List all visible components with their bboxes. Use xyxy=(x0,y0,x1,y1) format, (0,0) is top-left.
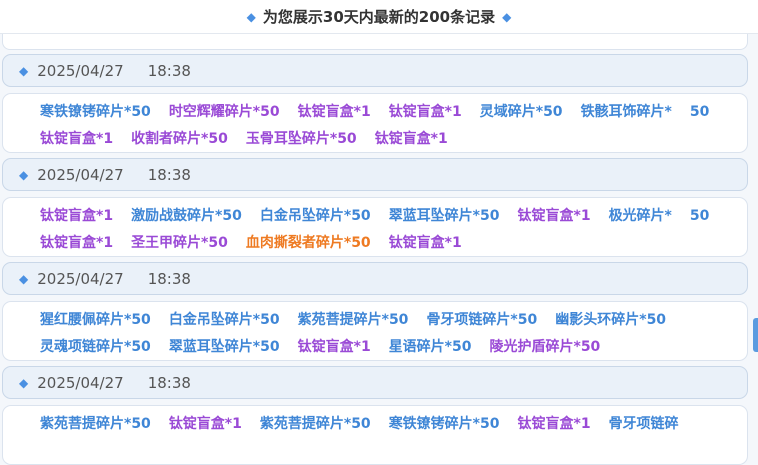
reward-item: 钛锭盲盒*1 xyxy=(40,131,114,147)
reward-item: 激励战鼓碎片*50 xyxy=(131,208,242,224)
page-title: 为您展示30天内最新的200条记录 xyxy=(262,8,496,26)
record-date: 2025/04/27 xyxy=(37,269,124,288)
reward-item: 寒铁镣铐碎片*50 xyxy=(40,104,151,120)
reward-item: 血肉撕裂者碎片*50 xyxy=(245,235,371,251)
reward-item: 玉骨耳坠碎片*50 xyxy=(245,131,357,147)
reward-item: 翠蓝耳坠碎片*50 xyxy=(168,339,280,355)
reward-item: 骨牙项链碎片*50 xyxy=(426,312,538,328)
reward-item: 钛锭盲盒*1 xyxy=(297,104,371,120)
reward-item: 钛锭盲盒*1 xyxy=(40,208,114,224)
record-date-bar: ◆ 2025/04/27 18:38 xyxy=(2,262,748,295)
reward-item: 极光碎片* xyxy=(608,208,672,224)
reward-item: 钛锭盲盒*1 xyxy=(40,235,114,251)
record-time: 18:38 xyxy=(147,373,191,392)
reward-item: 钛锭盲盒*1 xyxy=(517,208,591,224)
diamond-icon: ◆ xyxy=(502,9,512,24)
reward-item: 收割者碎片*50 xyxy=(131,131,228,147)
diamond-icon: ◆ xyxy=(246,9,256,24)
page-header: ◆ 为您展示30天内最新的200条记录 ◆ xyxy=(0,0,758,34)
record-items-card: 紫苑菩提碎片*50 钛锭盲盒*1 紫苑菩提碎片*50 寒铁镣铐碎片*50 钛锭盲盒*1 骨… xyxy=(2,405,748,465)
reward-item: 圣王甲碎片*50 xyxy=(131,235,228,251)
reward-item: 钛锭盲盒*1 xyxy=(388,235,462,251)
reward-item: 灵魂项链碎片*50 xyxy=(40,339,151,355)
record-date: 2025/04/27 xyxy=(37,165,124,184)
reward-item: 50 xyxy=(689,208,710,224)
record-items-card: 寒铁镣铐碎片*50 时空辉耀碎片*50 钛锭盲盒*1 钛锭盲盒*1 灵域碎片*50 铁骸耳… xyxy=(2,93,748,153)
reward-item: 50 xyxy=(689,104,710,120)
reward-item: 寒铁镣铐碎片*50 xyxy=(388,416,500,432)
reward-item: 紫苑菩提碎片*50 xyxy=(40,416,151,432)
reward-item: 时空辉耀碎片*50 xyxy=(168,104,280,120)
record-date-bar: ◆ 2025/04/27 18:38 xyxy=(2,158,748,191)
reward-item: 紫苑菩提碎片*50 xyxy=(297,312,409,328)
record-group: ◆ 2025/04/27 18:38 寒铁镣铐碎片*50 时空辉耀碎片*50 钛锭盲盒*1… xyxy=(2,54,748,153)
record-time: 18:38 xyxy=(147,165,191,184)
reward-item: 白金吊坠碎片*50 xyxy=(259,208,371,224)
reward-item: 陵光护盾碎片*50 xyxy=(489,339,601,355)
record-date-bar: ◆ 2025/04/27 18:38 xyxy=(2,54,748,87)
reward-item: 铁骸耳饰碎片* xyxy=(580,104,672,120)
reward-item: 钛锭盲盒*1 xyxy=(297,339,371,355)
reward-item: 钛锭盲盒*1 xyxy=(517,416,591,432)
record-group: ◆ 2025/04/27 18:38 紫苑菩提碎片*50 钛锭盲盒*1 紫苑菩提碎片*50… xyxy=(2,366,748,465)
reward-item: 钛锭盲盒*1 xyxy=(388,104,462,120)
reward-item: 骨牙项链碎 xyxy=(608,416,679,432)
record-items-card: 钛锭盲盒*1 激励战鼓碎片*50 白金吊坠碎片*50 翠蓝耳坠碎片*50 钛锭盲盒*1 极… xyxy=(2,197,748,257)
diamond-icon: ◆ xyxy=(19,375,29,390)
record-group: ◆ 2025/04/27 18:38 猩红腰佩碎片*50 白金吊坠碎片*50 紫苑菩提碎片… xyxy=(2,262,748,361)
record-time: 18:38 xyxy=(147,269,191,288)
reward-item: 猩红腰佩碎片*50 xyxy=(40,312,151,328)
diamond-icon: ◆ xyxy=(19,271,29,286)
record-time: 18:38 xyxy=(147,61,191,80)
reward-item: 翠蓝耳坠碎片*50 xyxy=(388,208,500,224)
record-date: 2025/04/27 xyxy=(37,373,124,392)
record-date-bar: ◆ 2025/04/27 18:38 xyxy=(2,366,748,399)
scroll-handle[interactable] xyxy=(753,318,758,352)
reward-item: 紫苑菩提碎片*50 xyxy=(259,416,371,432)
record-items-card: 猩红腰佩碎片*50 白金吊坠碎片*50 紫苑菩提碎片*50 骨牙项链碎片*50 幽影头环… xyxy=(2,301,748,361)
previous-record-card xyxy=(2,33,748,50)
reward-item: 白金吊坠碎片*50 xyxy=(168,312,280,328)
reward-item: 幽影头环碎片*50 xyxy=(555,312,667,328)
record-group: ◆ 2025/04/27 18:38 钛锭盲盒*1 激励战鼓碎片*50 白金吊坠碎片*50… xyxy=(2,158,748,257)
record-date: 2025/04/27 xyxy=(37,61,124,80)
reward-item: 灵域碎片*50 xyxy=(479,104,563,120)
reward-item: 星语碎片*50 xyxy=(388,339,472,355)
diamond-icon: ◆ xyxy=(19,63,29,78)
diamond-icon: ◆ xyxy=(19,167,29,182)
reward-item: 钛锭盲盒*1 xyxy=(374,131,448,147)
reward-item: 钛锭盲盒*1 xyxy=(168,416,242,432)
